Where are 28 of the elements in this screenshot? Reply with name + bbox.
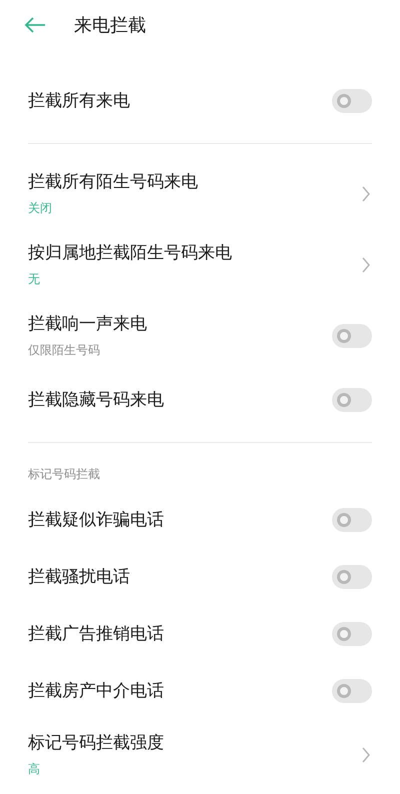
setting-label: 拦截疑似诈骗电话 [28, 508, 164, 532]
setting-label: 拦截隐藏号码来电 [28, 388, 164, 412]
toggle-switch[interactable] [332, 324, 372, 348]
setting-label: 拦截骚扰电话 [28, 566, 130, 588]
toggle-switch[interactable] [332, 622, 372, 646]
setting-label: 拦截所有陌生号码来电 [28, 171, 198, 194]
page-title: 来电拦截 [74, 14, 146, 38]
chevron-right-icon [362, 746, 370, 762]
chevron-right-icon [362, 256, 370, 272]
setting-label: 拦截广告推销电话 [28, 622, 164, 646]
toggle-switch[interactable] [332, 508, 372, 532]
section-heading: 标记号码拦截 [28, 466, 100, 483]
back-arrow-icon [24, 17, 46, 33]
setting-label: 拦截响一声来电 [28, 313, 147, 336]
toggle-switch[interactable] [332, 678, 372, 702]
toggle-switch[interactable] [332, 88, 372, 112]
setting-value: 高 [28, 761, 41, 778]
setting-subtitle: 仅限陌生号码 [28, 342, 101, 359]
setting-value: 关闭 [28, 200, 53, 217]
toggle-switch[interactable] [332, 388, 372, 412]
chevron-right-icon [362, 186, 370, 202]
setting-label: 拦截房产中介电话 [28, 680, 164, 702]
setting-value: 无 [28, 271, 41, 288]
setting-label: 按归属地拦截陌生号码来电 [28, 242, 232, 265]
toggle-switch[interactable] [332, 564, 372, 588]
back-button[interactable] [24, 17, 46, 33]
setting-label: 拦截所有来电 [28, 90, 130, 112]
setting-label: 标记号码拦截强度 [28, 732, 164, 755]
